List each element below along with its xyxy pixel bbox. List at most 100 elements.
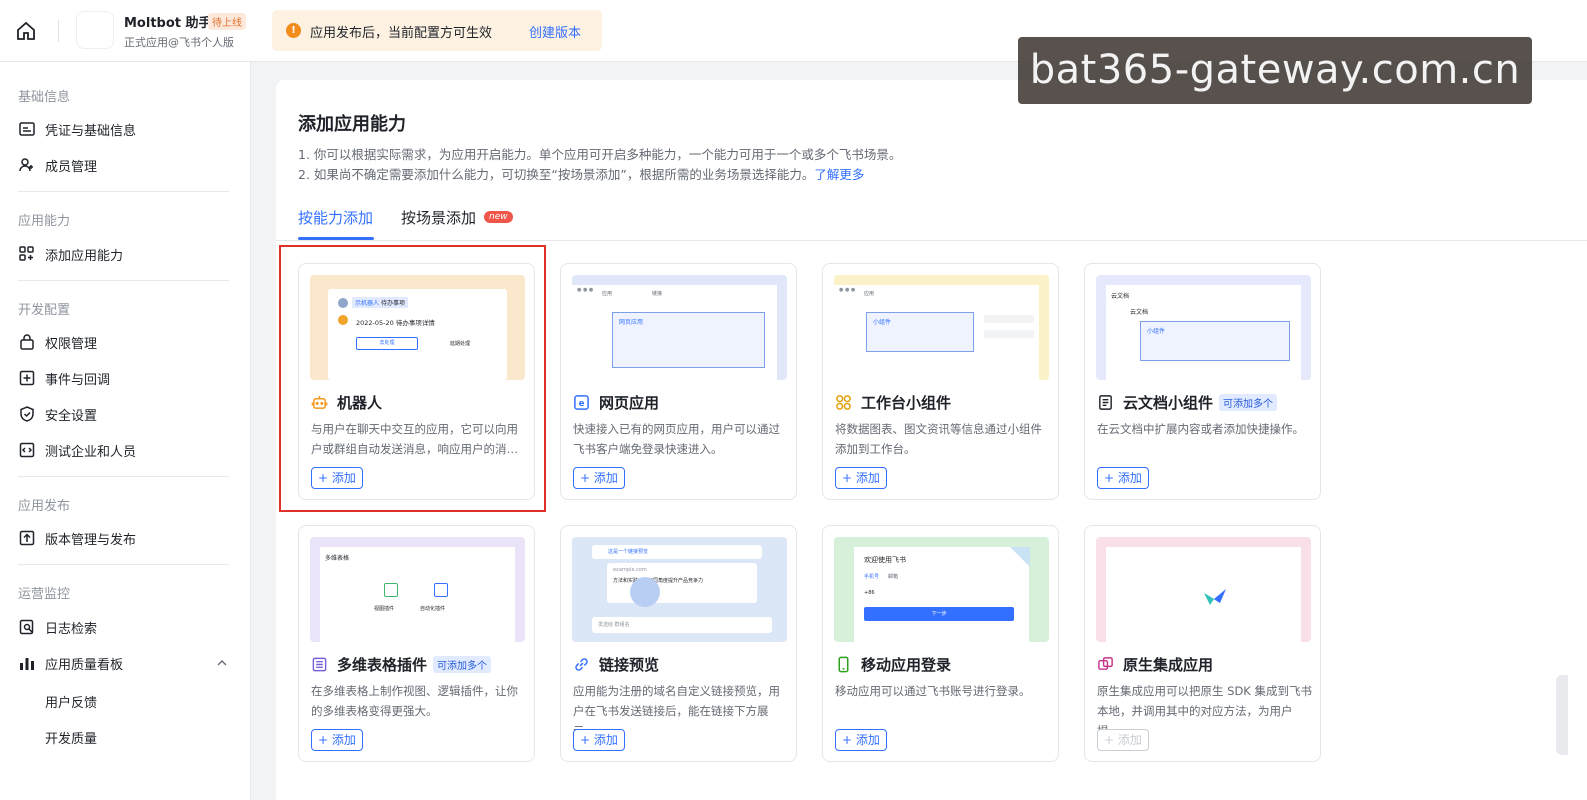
add-link-preview-button[interactable]: + 添加 — [573, 729, 625, 751]
sidebar-item-permissions[interactable]: 权限管理 — [18, 330, 97, 354]
divider — [18, 476, 229, 477]
dots-icon: ● ● ● — [839, 287, 856, 293]
divider — [18, 564, 229, 565]
sidebar-item-test-enterprise[interactable]: 测试企业和人员 — [18, 438, 136, 462]
notice-text: 应用发布后，当前配置方可生效 — [310, 26, 493, 41]
bar-chart-icon — [20, 658, 34, 670]
multi-add-badge: 可添加多个 — [433, 656, 492, 673]
sidebar-item-add-capability[interactable]: 添加应用能力 — [18, 242, 123, 266]
card-title-text: 云文档小组件 — [1123, 394, 1214, 412]
link-icon — [575, 658, 588, 671]
home-icon[interactable] — [14, 19, 38, 43]
sidebar-item-credentials[interactable]: 凭证与基础信息 — [18, 117, 136, 141]
doc-widget-box: 小组件 — [1140, 321, 1290, 361]
new-badge: new — [484, 211, 513, 223]
mock-tab: 应用 — [864, 291, 875, 297]
dots-icon: ● ● ● — [577, 287, 594, 293]
sidebar-item-logs[interactable]: 日志检索 — [18, 615, 97, 639]
add-widget-button[interactable]: + 添加 — [835, 467, 887, 489]
tab-by-scenario[interactable]: 按场景添加 — [401, 207, 476, 228]
card-title: 工作台小组件 — [835, 392, 951, 413]
sidebar-item-quality[interactable]: 应用质量看板 — [18, 651, 123, 675]
capability-card-base-plugin[interactable]: 多维表格 视图插件 自动化插件 多维表格插件 可添加多个 在多维表格上制作视图、… — [298, 525, 535, 762]
native-app-preview-image — [1096, 537, 1311, 642]
card-description: 在多维表格上制作视图、逻辑插件，让你的多维表格变得更强大。 — [311, 684, 518, 718]
capability-card-mobile-login[interactable]: 欢迎使用飞书 手机号 邮箱 +86 下一步 移动应用登录 移动应用可以通过飞书账… — [822, 525, 1059, 762]
widget-icon — [836, 395, 851, 410]
sidebar-subitem-dev-quality[interactable]: 开发质量 — [45, 728, 97, 747]
page-title: 添加应用能力 — [298, 114, 406, 135]
add-web-app-button[interactable]: + 添加 — [573, 467, 625, 489]
add-doc-widget-button[interactable]: + 添加 — [1097, 467, 1149, 489]
divider — [58, 20, 59, 42]
window-mock: ● ● ● 应用 小组件 — [834, 285, 1039, 380]
add-mobile-login-button[interactable]: + 添加 — [835, 729, 887, 751]
sidebar-item-members[interactable]: 成员管理 — [18, 153, 97, 177]
login-tab: 邮箱 — [888, 574, 899, 580]
base-title: 多维表格 — [325, 555, 350, 562]
divider — [18, 280, 229, 281]
sidebar-item-label: 安全设置 — [45, 408, 98, 424]
sidebar-item-label: 成员管理 — [45, 159, 98, 175]
placeholder-bar — [984, 330, 1034, 338]
sidebar-item-label: 权限管理 — [45, 336, 98, 352]
add-base-plugin-button[interactable]: + 添加 — [311, 729, 363, 751]
placeholder-bar — [984, 315, 1034, 323]
lock-icon — [20, 334, 34, 350]
capability-card-link-preview[interactable]: 这是一个链接预览 example.com 方法和实践，从不同角度提升产品竞争力 … — [560, 525, 797, 762]
link-url: example.com — [613, 567, 647, 573]
capability-card-doc-widget[interactable]: 云文档 云文档 小组件 云文档小组件 可添加多个 在云文档中扩展内容或者添加快捷… — [1084, 263, 1321, 500]
app-status-badge: 待上线 — [208, 13, 246, 30]
sidebar-item-events[interactable]: 事件与回调 — [18, 366, 110, 390]
capability-card-native-app[interactable]: 原生集成应用 原生集成应用可以把原生 SDK 集成到飞书本地，并调用其中的对应方… — [1084, 525, 1321, 762]
capability-card-web-app[interactable]: ● ● ● 应用 链接 网页应用 e 网页应用 快速接入已有的网页应用，用户可以… — [560, 263, 797, 500]
country-code: +86 — [864, 590, 875, 596]
plugin-label: 视图插件 — [374, 606, 395, 612]
app-avatar — [76, 11, 114, 49]
doc-back: 云文档 — [1111, 293, 1130, 300]
app-name: Moltbot 助手 — [124, 16, 212, 31]
sidebar-section-dev: 开发配置 — [18, 303, 71, 318]
card-title-text: 链接预览 — [599, 656, 660, 674]
plugin-label: 自动化插件 — [420, 606, 446, 612]
sidebar-item-version[interactable]: 版本管理与发布 — [18, 526, 136, 550]
login-mock: 欢迎使用飞书 手机号 邮箱 +86 下一步 — [854, 547, 1029, 642]
shield-icon — [20, 406, 34, 422]
svg-text:e: e — [579, 399, 585, 409]
sidebar-subitem-feedback[interactable]: 用户反馈 — [45, 692, 97, 711]
card-title-text: 移动应用登录 — [861, 656, 952, 674]
card-title-text: 多维表格插件 — [337, 656, 428, 674]
base-icon — [312, 657, 327, 672]
tab-by-capability[interactable]: 按能力添加 — [298, 207, 373, 228]
card-title: 链接预览 — [573, 654, 659, 675]
login-title: 欢迎使用飞书 — [864, 556, 906, 564]
publish-notice: ! 应用发布后，当前配置方可生效 创建版本 — [272, 10, 602, 51]
link-card: example.com 方法和实践，从不同角度提升产品竞争力 — [607, 563, 757, 603]
description-text: 2. 如果尚不确定需要添加什么能力，可切换至“按场景添加”，根据所需的业务场景选… — [298, 167, 815, 182]
window-mock: 云文档 云文档 小组件 — [1106, 285, 1301, 380]
learn-more-link[interactable]: 了解更多 — [814, 167, 864, 182]
link-preview-image: 这是一个链接预览 example.com 方法和实践，从不同角度提升产品竞争力 … — [572, 537, 787, 642]
login-tab: 手机号 — [864, 574, 880, 580]
sidebar-item-security[interactable]: 安全设置 — [18, 402, 97, 426]
main-panel: 添加应用能力 1. 你可以根据实际需求，为应用开启能力。单个应用可开启多种能力，… — [276, 80, 1587, 800]
log-search-icon — [19, 619, 34, 635]
card-title: e 网页应用 — [573, 392, 659, 413]
side-scroll-handle[interactable] — [1556, 675, 1568, 755]
link-card-text: 方法和实践，从不同角度提升产品竞争力 — [613, 578, 704, 584]
add-native-app-button: + 添加 — [1097, 729, 1149, 751]
capability-card-workbench-widget[interactable]: ● ● ● 应用 小组件 工作台小组件 将数据图表、图文资讯等信息通过小组件添加… — [822, 263, 1059, 500]
mock-tab: 链接 — [652, 291, 663, 297]
base-plugin-preview-image: 多维表格 视图插件 自动化插件 — [310, 537, 525, 642]
sidebar-section-publish: 应用发布 — [18, 499, 71, 514]
create-version-link[interactable]: 创建版本 — [529, 22, 581, 41]
card-title-text: 网页应用 — [599, 394, 660, 412]
divider — [18, 191, 229, 192]
app-subtitle: 正式应用@飞书个人版 — [124, 36, 234, 49]
card-description: 快速接入已有的网页应用，用户可以通过飞书客户端免登录快速进入。 — [573, 422, 780, 456]
mock-next-button: 下一步 — [864, 607, 1014, 621]
decor-graphic — [630, 577, 660, 607]
sidebar-item-label: 应用质量看板 — [45, 657, 124, 673]
widget-box: 小组件 — [866, 312, 974, 352]
chevron-up-icon[interactable] — [216, 657, 228, 669]
